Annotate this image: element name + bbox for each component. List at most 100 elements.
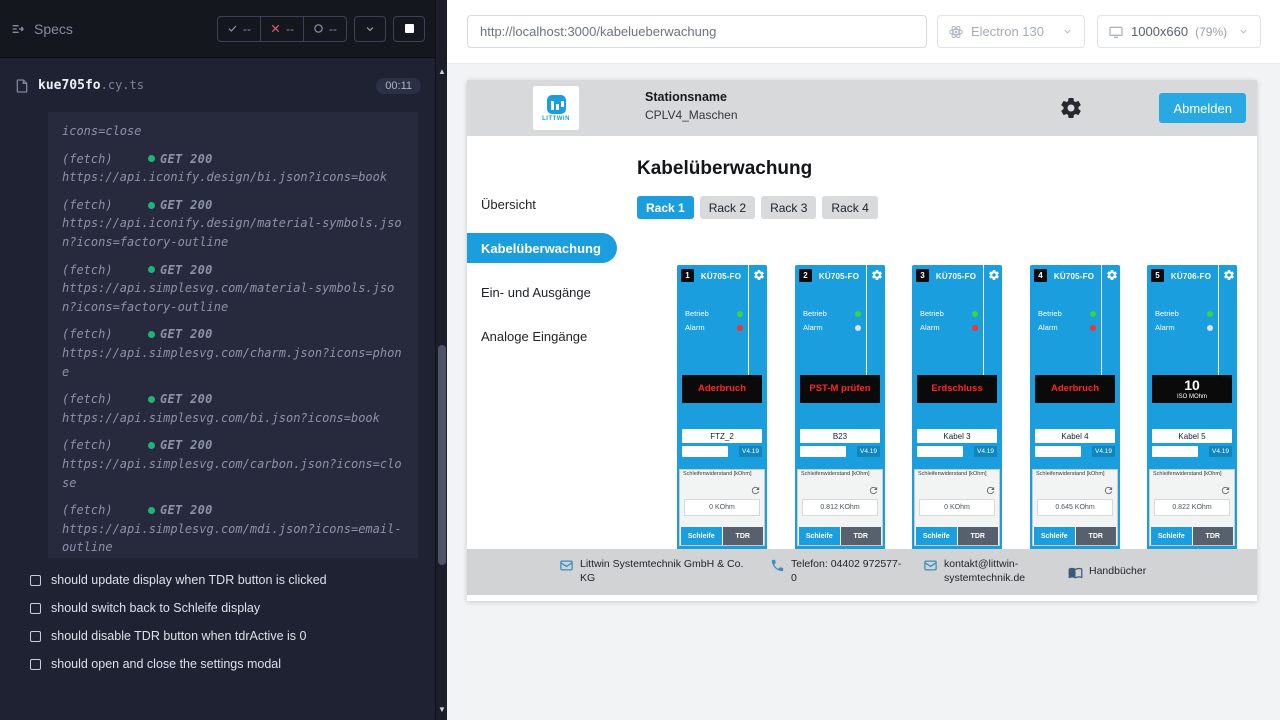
app-content: Kabelüberwachung Rack 1 Rack 2 Rack 3 Ra…: [617, 136, 1257, 601]
status-box: 10 ISO MOhm: [1152, 375, 1232, 403]
log-url: https://api.simplesvg.com/charm.json?ico…: [62, 344, 404, 381]
refresh-icon[interactable]: [985, 485, 996, 496]
log-entry[interactable]: (fetch) GET 200 https://api.iconify.desi…: [62, 196, 404, 252]
test-item[interactable]: should open and close the settings modal: [0, 650, 435, 678]
footer-item[interactable]: Littwin Systemtechnik GmbH & Co. KG: [559, 558, 750, 585]
rack-tab[interactable]: Rack 2: [700, 196, 755, 219]
monitor-icon: [1108, 24, 1124, 40]
log-orphan-line: icons=close: [62, 122, 404, 141]
cable-name[interactable]: Kabel 5: [1152, 429, 1232, 443]
schleife-button[interactable]: Schleife: [1034, 527, 1075, 545]
rack-tab[interactable]: Rack 4: [822, 196, 877, 219]
card-number: 3: [916, 269, 929, 282]
log-entry[interactable]: (fetch) GET 200 https://api.iconify.desi…: [62, 150, 404, 187]
spec-extension: .cy.ts: [101, 78, 144, 92]
tdr-button[interactable]: TDR: [723, 527, 764, 545]
log-entry[interactable]: (fetch) GET 200 https://api.simplesvg.co…: [62, 436, 404, 492]
betrieb-row: Betrieb: [1155, 309, 1213, 318]
footer-item[interactable]: Telefon: 04402 972577-0: [770, 558, 903, 585]
viewport-select[interactable]: 1000x660 (79%): [1097, 15, 1261, 48]
rack-tab[interactable]: Rack 3: [761, 196, 816, 219]
collapse-button[interactable]: [354, 16, 386, 42]
refresh-icon[interactable]: [750, 485, 761, 496]
log-entry[interactable]: (fetch) GET 200 https://api.simplesvg.co…: [62, 325, 404, 381]
app-footer: Littwin Systemtechnik GmbH & Co. KG Tele…: [467, 549, 1257, 595]
refresh-icon[interactable]: [1220, 485, 1231, 496]
tdr-button[interactable]: TDR: [958, 527, 999, 545]
schleife-button[interactable]: Schleife: [681, 527, 722, 545]
log-entry[interactable]: (fetch) GET 200 https://api.simplesvg.co…: [62, 261, 404, 317]
schleife-button[interactable]: Schleife: [799, 527, 840, 545]
file-icon: [14, 78, 30, 94]
url-input[interactable]: [467, 15, 927, 48]
card-divider: [983, 265, 984, 383]
station-label: Stationsname: [645, 90, 738, 104]
refresh-icon[interactable]: [1103, 485, 1114, 496]
footer-item[interactable]: Handbücher: [1068, 565, 1146, 580]
browser-select[interactable]: Electron 130: [937, 15, 1085, 48]
card-number: 5: [1151, 269, 1164, 282]
sidebar-item[interactable]: Kabelüberwachung: [467, 233, 617, 263]
alarm-status-dot: [855, 325, 861, 331]
device-card: 1 KÜ705-FO Betrieb Alarm Aderbruch FTZ_2…: [677, 265, 767, 595]
card-gear-icon[interactable]: [1223, 269, 1235, 281]
log-status: GET 200: [160, 436, 213, 455]
test-item[interactable]: should switch back to Schleife display: [0, 594, 435, 622]
card-gear-icon[interactable]: [871, 269, 883, 281]
stop-button[interactable]: [393, 16, 425, 42]
test-item[interactable]: should update display when TDR button is…: [0, 566, 435, 594]
card-gear-icon[interactable]: [1106, 269, 1118, 281]
schleife-button[interactable]: Schleife: [916, 527, 957, 545]
scrollbar-thumb[interactable]: [438, 345, 446, 565]
test-checkbox-icon: [30, 659, 41, 670]
refresh-icon[interactable]: [868, 485, 879, 496]
card-status-text: 10: [1184, 378, 1200, 392]
card-status-text: PST-M prüfen: [809, 384, 870, 394]
specs-button[interactable]: Specs: [10, 21, 73, 37]
tdr-button[interactable]: TDR: [1193, 527, 1234, 545]
cable-name[interactable]: Kabel 3: [917, 429, 997, 443]
rack-tab[interactable]: Rack 1: [637, 196, 694, 219]
chevron-down-icon: [363, 22, 377, 36]
spec-timer: 00:11: [376, 78, 421, 94]
betrieb-row: Betrieb: [920, 309, 978, 318]
chevron-down-icon: [1237, 25, 1250, 38]
logout-button[interactable]: Abmelden: [1159, 93, 1246, 123]
card-gear-icon[interactable]: [988, 269, 1000, 281]
measure-value: 0.812 KOhm: [802, 499, 878, 516]
cable-name[interactable]: B23: [800, 429, 880, 443]
footer-icon: [770, 558, 785, 573]
sidebar-item[interactable]: Übersicht: [467, 182, 617, 226]
sidebar-item[interactable]: Analoge Eingänge: [467, 314, 617, 358]
cable-name[interactable]: FTZ_2: [682, 429, 762, 443]
cable-name[interactable]: Kabel 4: [1035, 429, 1115, 443]
measure-label: Schleifenwiderstand [kOhm]: [1150, 470, 1234, 478]
alarm-label: Alarm: [685, 323, 705, 332]
log-entry[interactable]: (fetch) GET 200 https://api.simplesvg.co…: [62, 390, 404, 427]
app-under-test: LITTWIN Stationsname CPLV4_Maschen Abmel…: [467, 80, 1257, 601]
footer-item[interactable]: kontakt@littwin-systemtechnik.de: [923, 558, 1048, 585]
device-card: 3 KÜ705-FO Betrieb Alarm Erdschluss Kabe…: [912, 265, 1002, 595]
alarm-row: Alarm: [1038, 323, 1096, 332]
log-source: (fetch): [62, 196, 148, 215]
test-item[interactable]: should disable TDR button when tdrActive…: [0, 622, 435, 650]
tdr-button[interactable]: TDR: [841, 527, 882, 545]
status-ok-dot: [148, 155, 155, 162]
tdr-button[interactable]: TDR: [1076, 527, 1117, 545]
card-gear-icon[interactable]: [753, 269, 765, 281]
littwin-logo: LITTWIN: [533, 86, 579, 130]
sidebar-item[interactable]: Ein- und Ausgänge: [467, 270, 617, 314]
betrieb-label: Betrieb: [1038, 309, 1062, 318]
measure-label: Schleifenwiderstand [kOhm]: [1033, 470, 1117, 478]
status-ok-dot: [148, 331, 155, 338]
log-source: (fetch): [62, 150, 148, 169]
log-url: https://api.iconify.design/material-symb…: [62, 214, 404, 251]
rack-tab-label: Rack 1: [646, 201, 685, 215]
device-card: 5 KÜ706-FO Betrieb Alarm 10 ISO MOhm Kab…: [1147, 265, 1237, 595]
log-entry[interactable]: (fetch) GET 200 https://api.simplesvg.co…: [62, 501, 404, 557]
settings-gear-icon[interactable]: [1059, 96, 1083, 120]
test-stats: -- -- --: [217, 16, 347, 42]
alarm-label: Alarm: [1155, 323, 1175, 332]
schleife-button[interactable]: Schleife: [1151, 527, 1192, 545]
spec-file[interactable]: kue705fo .cy.ts: [14, 78, 144, 94]
